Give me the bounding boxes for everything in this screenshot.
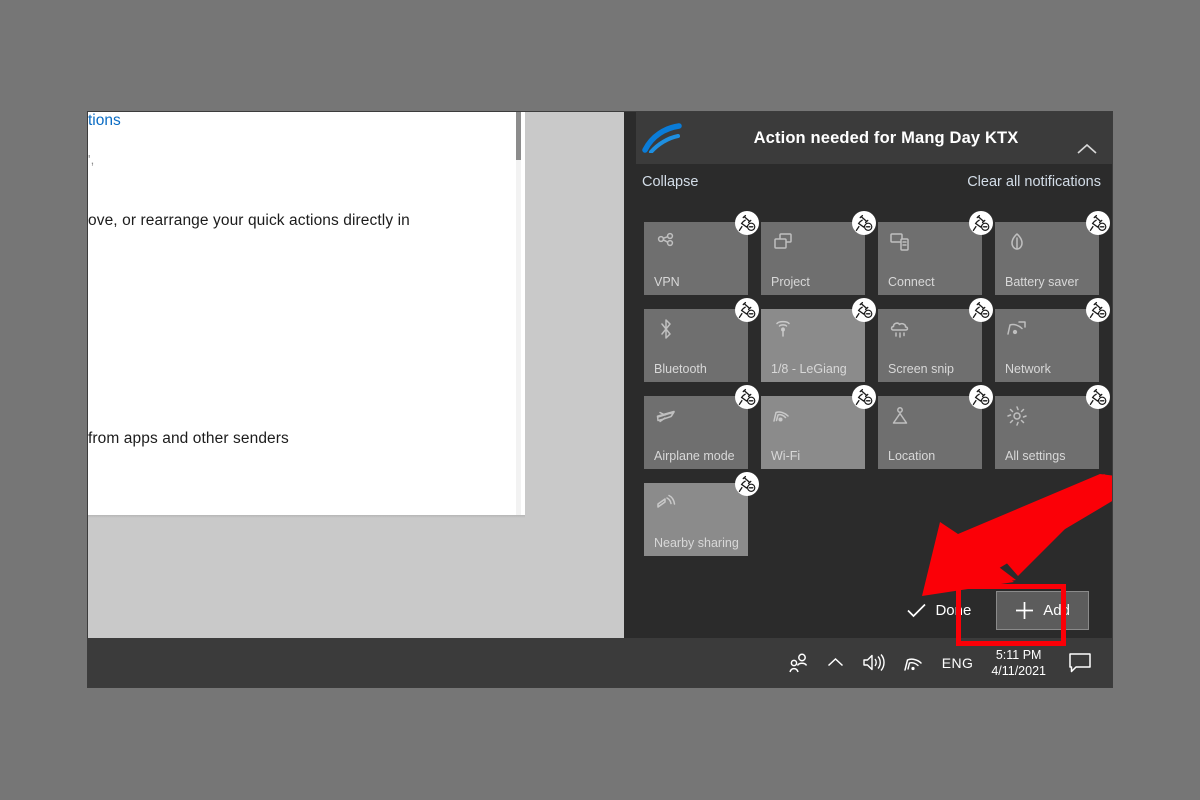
check-icon [907, 603, 927, 618]
collapse-link[interactable]: Collapse [642, 174, 698, 190]
unpin-icon[interactable] [1086, 385, 1110, 409]
speaker-icon[interactable] [853, 638, 894, 687]
quick-action-tile[interactable]: Screen snip [878, 298, 993, 382]
notification-toast[interactable]: Action needed for Mang Day KTX [636, 112, 1112, 164]
scrollbar-thumb[interactable] [516, 112, 521, 160]
connect-icon [888, 230, 912, 254]
show-hidden-icons-chevron-up-icon[interactable] [818, 638, 853, 687]
quick-action-label: Screen snip [888, 362, 955, 376]
quick-action-tile[interactable]: Project [761, 211, 876, 295]
settings-scrollbar[interactable] [516, 112, 521, 515]
quick-action-label: Location [888, 449, 936, 463]
quick-action-label: Project [771, 275, 810, 289]
people-icon[interactable] [778, 638, 818, 687]
add-button-label: Add [1043, 601, 1070, 619]
quick-action-tile[interactable]: Connect [878, 211, 993, 295]
screenshot-canvas: ', ove, or rearrange your quick actions … [0, 0, 1200, 800]
quick-action-tile[interactable]: Nearby sharing [644, 472, 759, 556]
settings-body-line-2: from apps and other senders [88, 430, 289, 447]
nearby-sharing-icon [654, 491, 678, 515]
quick-action-label: Wi-Fi [771, 449, 801, 463]
unpin-icon[interactable] [969, 211, 993, 235]
quick-action-tile[interactable]: Airplane mode [644, 385, 759, 469]
unpin-icon[interactable] [969, 298, 993, 322]
quick-action-tile[interactable]: Battery saver [995, 211, 1110, 295]
notification-links-row: Collapse Clear all notifications [624, 174, 1112, 200]
settings-window: ', ove, or rearrange your quick actions … [88, 112, 525, 515]
quick-action-tile[interactable]: 1/8 - LeGiang [761, 298, 876, 382]
unpin-icon[interactable] [852, 385, 876, 409]
plus-icon [1015, 601, 1034, 620]
wifi-icon [771, 404, 795, 428]
window-shadow [88, 515, 525, 518]
unpin-icon[interactable] [969, 385, 993, 409]
quick-action-tile[interactable]: Wi-Fi [761, 385, 876, 469]
clock[interactable]: 5:11 PM 4/11/2021 [981, 638, 1056, 687]
notification-balloon-icon[interactable] [1056, 638, 1106, 687]
unpin-icon[interactable] [735, 472, 759, 496]
quick-action-label: Battery saver [1005, 275, 1079, 289]
mobile-hotspot-icon [771, 317, 795, 341]
action-center-panel: Action needed for Mang Day KTX Collapse … [624, 112, 1112, 638]
quick-actions-edit-buttons: Done Add [624, 582, 1112, 638]
quick-action-label: Network [1005, 362, 1051, 376]
quick-action-label: 1/8 - LeGiang [771, 362, 847, 376]
quick-action-tile[interactable]: Bluetooth [644, 298, 759, 382]
clock-time: 5:11 PM [995, 647, 1042, 662]
done-button[interactable]: Done [892, 592, 986, 629]
system-tray: ENG 5:11 PM 4/11/2021 [778, 638, 1112, 687]
done-button-label: Done [935, 601, 972, 619]
wifi-icon[interactable] [894, 638, 934, 687]
windows-desktop-screenshot: ', ove, or rearrange your quick actions … [88, 112, 1112, 687]
project-icon [771, 230, 795, 254]
quick-action-label: Airplane mode [654, 449, 735, 463]
battery-saver-icon [1005, 230, 1029, 254]
bluetooth-icon [654, 317, 678, 341]
quick-action-label: VPN [654, 275, 680, 289]
unpin-icon[interactable] [852, 211, 876, 235]
settings-quick-actions-link[interactable]: tions [88, 112, 525, 130]
notification-title: Action needed for Mang Day KTX [753, 128, 1019, 147]
onedrive-swoosh-icon [636, 112, 690, 164]
quick-action-tile[interactable]: VPN [644, 211, 759, 295]
unpin-icon[interactable] [852, 298, 876, 322]
location-icon [888, 404, 912, 428]
quick-action-tile[interactable]: All settings [995, 385, 1110, 469]
unpin-icon[interactable] [1086, 298, 1110, 322]
chevron-up-icon[interactable] [1074, 138, 1100, 160]
airplane-icon [654, 404, 678, 428]
quick-action-label: Connect [888, 275, 935, 289]
quick-actions-grid: VPN Project Connect Battery saver Bluetooth 1… [644, 211, 1110, 556]
unpin-icon[interactable] [735, 385, 759, 409]
clear-all-notifications-link[interactable]: Clear all notifications [967, 174, 1101, 190]
add-button[interactable]: Add [996, 590, 1089, 630]
unpin-icon[interactable] [735, 211, 759, 235]
unpin-icon[interactable] [1086, 211, 1110, 235]
language-indicator[interactable]: ENG [934, 638, 982, 687]
quick-action-tile[interactable]: Location [878, 385, 993, 469]
clock-date: 4/11/2021 [991, 663, 1046, 678]
quick-action-label: Nearby sharing [654, 536, 739, 550]
vpn-icon [654, 230, 678, 254]
settings-partial-text-top: ', [88, 152, 95, 167]
quick-action-label: Bluetooth [654, 362, 707, 376]
network-icon [1005, 317, 1029, 341]
quick-action-tile[interactable]: Network [995, 298, 1110, 382]
gear-icon [1005, 404, 1029, 428]
quick-action-label: All settings [1005, 449, 1066, 463]
taskbar: ENG 5:11 PM 4/11/2021 [88, 638, 1112, 687]
settings-body-line-1: ove, or rearrange your quick actions dir… [88, 212, 410, 229]
screen-snip-icon [888, 317, 912, 341]
unpin-icon[interactable] [735, 298, 759, 322]
